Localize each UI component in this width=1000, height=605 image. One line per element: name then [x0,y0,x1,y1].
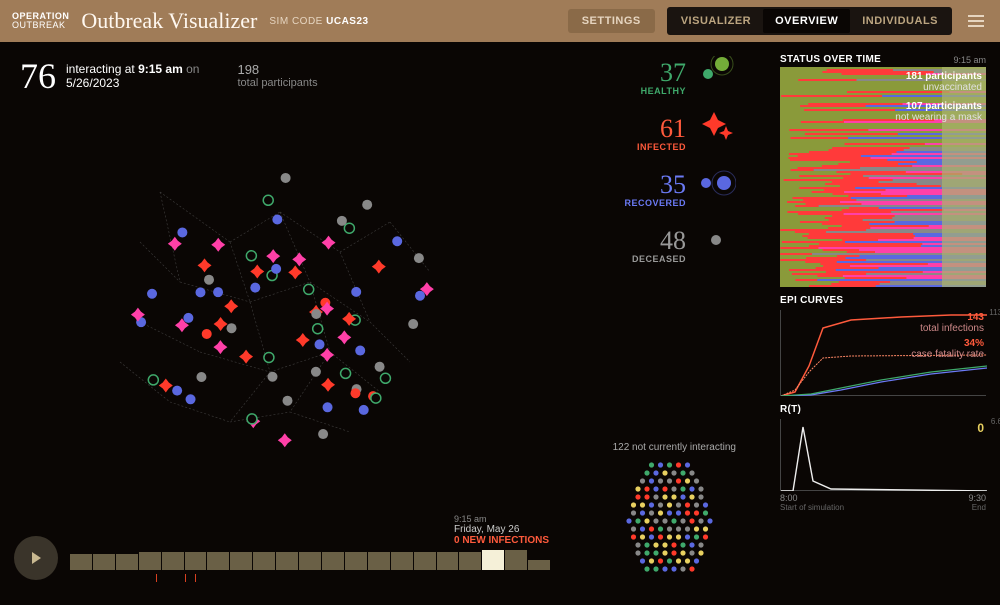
tab-visualizer[interactable]: VISUALIZER [669,9,763,33]
epi-curves-title: EPI CURVES [780,295,986,306]
not-interacting-cluster: 122 not currently interacting [613,442,736,584]
tab-individuals[interactable]: INDIVIDUALS [850,9,950,33]
epi-curves-chart[interactable]: 113 143 total infections 34% case fatali… [780,310,986,396]
app-header: OPERATION OUTBREAK Outbreak Visualizer S… [0,0,1000,42]
nav-tabs: VISUALIZER OVERVIEW INDIVIDUALS [667,7,952,35]
total-participants: 198 total participants [237,58,317,89]
tally-healthy: 37 HEALTHY [624,60,686,96]
status-tallies: 37 HEALTHY 61 INFECTED 35 RECOVERED 48 D… [624,60,686,264]
sim-code-label: SIM CODE UCAS23 [269,16,368,27]
deceased-icon [696,230,736,250]
recovered-icon [696,170,736,196]
rt-chart[interactable]: 6.6 0 [780,419,986,491]
not-interacting-dots [619,459,729,579]
sidebar: STATUS OVER TIME 9:15 am 181 participant… [770,42,1000,605]
settings-button[interactable]: SETTINGS [568,9,655,33]
network-graph[interactable] [80,102,500,502]
timeline: 9:15 am Friday, May 26 0 NEW INFECTIONS [14,523,550,593]
play-button[interactable] [14,536,58,580]
time-axis: 8:00Start of simulation 9:30End [780,493,986,512]
status-over-time-chart[interactable]: 181 participants unvaccinated 107 partic… [780,67,986,287]
timeline-track[interactable]: 9:15 am Friday, May 26 0 NEW INFECTIONS [70,528,550,588]
healthy-icon [696,56,736,86]
tally-deceased: 48 DECEASED [624,228,686,264]
tab-overview[interactable]: OVERVIEW [763,9,850,33]
tally-infected: 61 INFECTED [624,116,686,152]
infected-icon [696,110,736,144]
rt-title: R(T) [780,404,986,415]
tally-recovered: 35 RECOVERED [624,172,686,208]
menu-icon[interactable] [964,11,988,31]
brand-logo: OPERATION OUTBREAK [12,12,69,30]
interacting-count: 76 [20,58,56,94]
visualizer-panel: 76 interacting at 9:15 am on 5/26/2023 1… [0,42,770,605]
app-title: Outbreak Visualizer [81,8,257,34]
